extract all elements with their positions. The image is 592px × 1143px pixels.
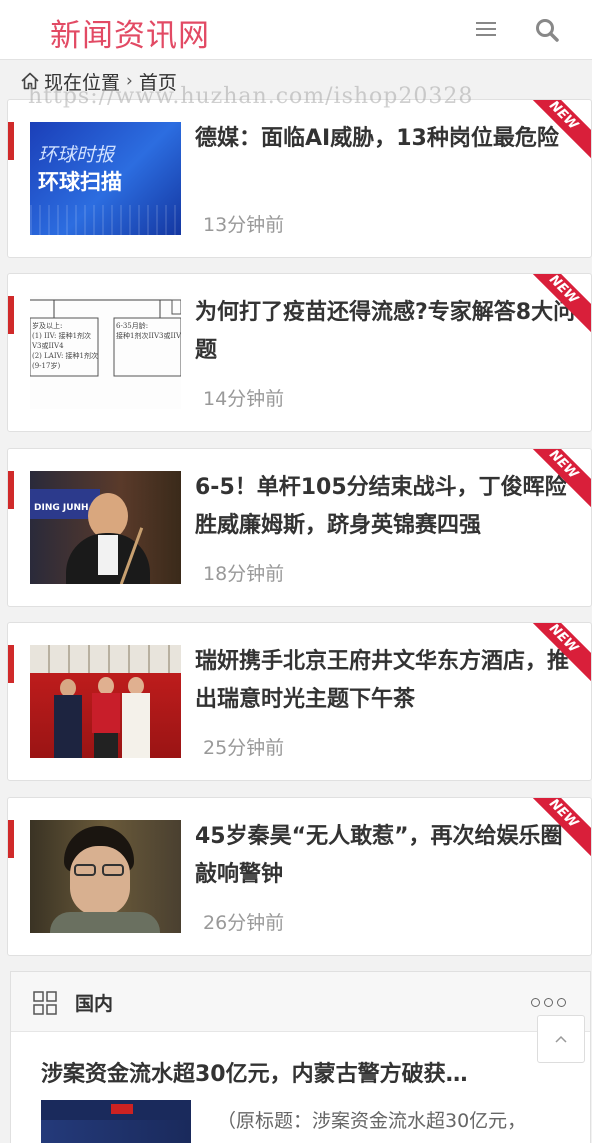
thumb-text: 环球扫描 — [38, 170, 122, 194]
card-accent — [8, 471, 14, 509]
article-thumbnail[interactable]: 岁及以上: (1) IIV: 接种1剂次 V3或IIV4 (2) LAIV: 接… — [30, 296, 181, 409]
svg-text:(2) LAIV: 接种1剂次: (2) LAIV: 接种1剂次 — [32, 351, 98, 360]
svg-text:接种1剂次IIV3或IIV4: 接种1剂次IIV3或IIV4 — [116, 331, 181, 340]
article-thumbnail[interactable]: DING JUNH — [30, 471, 181, 584]
section-article-excerpt: （原标题：涉案资金流水超30亿元， — [217, 1110, 527, 1132]
article-card[interactable]: DING JUNH 6-5！单杆105分结束战斗，丁俊晖险胜威廉姆斯，跻身英锦赛… — [7, 448, 592, 607]
back-to-top-button[interactable] — [537, 1015, 585, 1063]
article-card[interactable]: 瑞妍携手北京王府井文华东方酒店，推出瑞意时光主题下午茶 25分钟前 NEW — [7, 622, 592, 781]
thumb-text: DING JUNH — [34, 503, 89, 513]
article-card[interactable]: 环球时报 环球扫描 德媒：面临AI威胁，13种岗位最危险 13分钟前 NEW — [7, 99, 592, 258]
card-accent — [8, 820, 14, 858]
article-thumbnail[interactable] — [30, 820, 181, 933]
article-title[interactable]: 德媒：面临AI威胁，13种岗位最危险 — [195, 120, 580, 158]
article-thumbnail[interactable]: 环球时报 环球扫描 — [30, 122, 181, 235]
article-title[interactable]: 45岁秦昊“无人敢惹”，再次给娱乐圈敲响警钟 — [195, 818, 580, 894]
article-thumbnail[interactable] — [30, 645, 181, 758]
article-title[interactable]: 瑞妍携手北京王府井文华东方酒店，推出瑞意时光主题下午茶 — [195, 643, 580, 719]
home-icon[interactable] — [20, 71, 40, 91]
domestic-news-section: 国内 涉案资金流水超30亿元，内蒙古警方破获… （原标题：涉案资金流水超30亿元… — [10, 971, 591, 1143]
svg-text:6-35月龄:: 6-35月龄: — [116, 321, 148, 330]
article-time: 26分钟前 — [203, 912, 285, 934]
grid-icon — [33, 991, 57, 1015]
card-accent — [8, 122, 14, 160]
breadcrumb-current[interactable]: 首页 — [139, 68, 177, 95]
section-title: 国内 — [75, 993, 114, 1015]
breadcrumb-prefix: 现在位置 — [44, 71, 121, 94]
article-title[interactable]: 6-5！单杆105分结束战斗，丁俊晖险胜威廉姆斯，跻身英锦赛四强 — [195, 469, 580, 545]
article-time: 13分钟前 — [203, 214, 285, 236]
svg-text:(9-17岁): (9-17岁) — [32, 361, 60, 370]
svg-text:V3或IIV4: V3或IIV4 — [31, 341, 64, 350]
breadcrumb-separator: › — [126, 71, 133, 91]
article-card[interactable]: 岁及以上: (1) IIV: 接种1剂次 V3或IIV4 (2) LAIV: 接… — [7, 273, 592, 432]
article-time: 25分钟前 — [203, 737, 285, 759]
section-header: 国内 — [11, 972, 590, 1032]
svg-text:岁及以上:: 岁及以上: — [32, 321, 62, 330]
diagram-thumbnail-image: 岁及以上: (1) IIV: 接种1剂次 V3或IIV4 (2) LAIV: 接… — [30, 299, 181, 377]
article-title[interactable]: 为何打了疫苗还得流感?专家解答8大问题 — [195, 294, 580, 370]
section-article-title[interactable]: 涉案资金流水超30亿元，内蒙古警方破获… — [41, 1056, 511, 1088]
article-time: 14分钟前 — [203, 388, 285, 410]
section-article-thumbnail[interactable] — [41, 1100, 191, 1143]
svg-text:(1) IIV: 接种1剂次: (1) IIV: 接种1剂次 — [32, 331, 91, 340]
thumb-small-text: 环球时报 — [38, 144, 115, 166]
article-time: 18分钟前 — [203, 563, 285, 585]
top-header: 新闻资讯网 — [0, 0, 592, 60]
search-icon[interactable] — [534, 17, 560, 43]
site-logo[interactable]: 新闻资讯网 — [50, 10, 210, 55]
more-icon[interactable] — [531, 998, 566, 1007]
hamburger-menu-icon[interactable] — [476, 22, 496, 38]
card-accent — [8, 645, 14, 683]
article-card[interactable]: 45岁秦昊“无人敢惹”，再次给娱乐圈敲响警钟 26分钟前 NEW — [7, 797, 592, 956]
chevron-up-icon — [555, 1035, 567, 1043]
breadcrumb: 现在位置 › 首页 — [20, 66, 177, 96]
card-accent — [8, 296, 14, 334]
